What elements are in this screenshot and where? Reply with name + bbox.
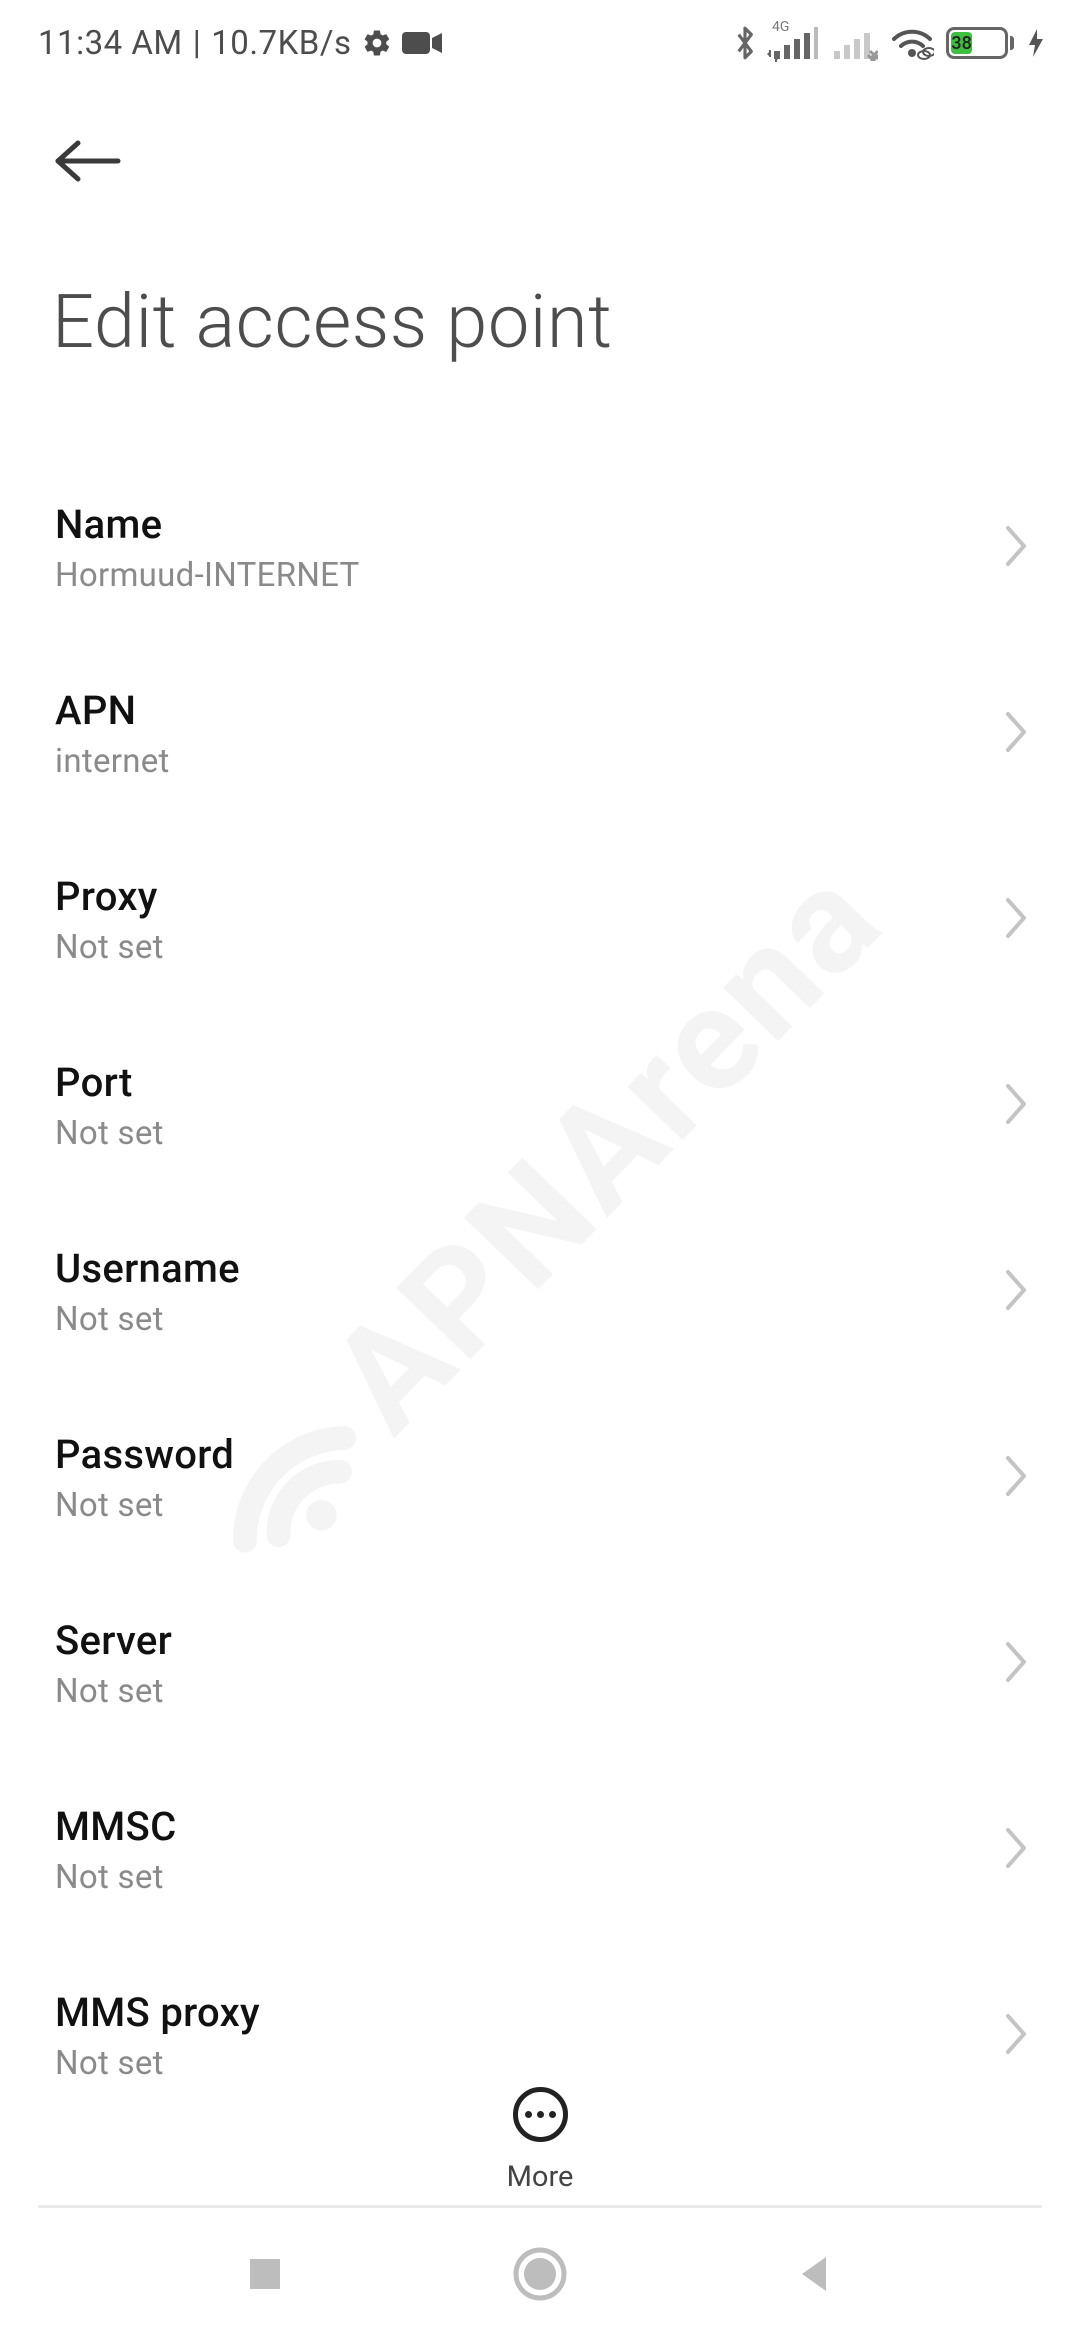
more-button[interactable]: More — [0, 2087, 1080, 2194]
status-net-speed: 10.7KB/s — [211, 24, 351, 63]
chevron-right-icon — [1002, 1082, 1030, 1130]
status-left: 11:34 AM | 10.7KB/s — [38, 24, 442, 63]
row-label: MMS proxy — [55, 1989, 1002, 2036]
row-label: Proxy — [55, 873, 1002, 920]
chevron-right-icon — [1002, 1268, 1030, 1316]
row-mms-proxy[interactable]: MMS proxy Not set — [0, 1972, 1080, 2100]
settings-list: Name Hormuud-INTERNET APN internet Proxy… — [0, 366, 1080, 2100]
row-proxy[interactable]: Proxy Not set — [0, 856, 1080, 984]
row-value: Hormuud-INTERNET — [55, 556, 1002, 595]
nav-home-button[interactable] — [513, 2247, 567, 2301]
navigation-bar — [0, 2208, 1080, 2340]
status-right: 4G — [732, 24, 1046, 62]
app-header: Edit access point — [0, 86, 1080, 366]
sim1-signal: 4G — [770, 25, 818, 61]
row-password[interactable]: Password Not set — [0, 1414, 1080, 1542]
row-mmsc[interactable]: MMSC Not set — [0, 1786, 1080, 1914]
status-time: 11:34 AM — [38, 24, 183, 63]
wifi-status-icon — [890, 25, 934, 61]
row-value: Not set — [55, 1300, 1002, 1339]
page-title: Edit access point — [52, 197, 1032, 366]
gear-icon — [362, 28, 392, 58]
chevron-right-icon — [1002, 1826, 1030, 1874]
chevron-right-icon — [1002, 1454, 1030, 1502]
row-label: Password — [55, 1431, 1002, 1478]
row-value: Not set — [55, 1672, 1002, 1711]
back-button[interactable] — [52, 125, 124, 197]
row-label: MMSC — [55, 1803, 1002, 1850]
chevron-right-icon — [1002, 1640, 1030, 1688]
charging-icon — [1026, 29, 1046, 57]
chevron-right-icon — [1002, 524, 1030, 572]
row-apn[interactable]: APN internet — [0, 670, 1080, 798]
status-bar: 11:34 AM | 10.7KB/s 4G — [0, 0, 1080, 86]
status-separator: | — [193, 24, 202, 63]
sim2-signal — [830, 25, 878, 61]
row-value: internet — [55, 742, 1002, 781]
row-value: Not set — [55, 1114, 1002, 1153]
row-label: Name — [55, 501, 1002, 548]
chevron-right-icon — [1002, 710, 1030, 758]
row-server[interactable]: Server Not set — [0, 1600, 1080, 1728]
row-label: Server — [55, 1617, 1002, 1664]
row-value: Not set — [55, 1486, 1002, 1525]
nav-recents-button[interactable] — [244, 2253, 286, 2295]
chevron-right-icon — [1002, 2012, 1030, 2060]
row-value: Not set — [55, 1858, 1002, 1897]
row-label: APN — [55, 687, 1002, 734]
bluetooth-icon — [732, 24, 758, 62]
row-name[interactable]: Name Hormuud-INTERNET — [0, 484, 1080, 612]
video-icon — [402, 30, 442, 56]
battery-indicator: 38 — [946, 27, 1014, 59]
row-label: Username — [55, 1245, 1002, 1292]
row-value: Not set — [55, 2044, 1002, 2083]
row-username[interactable]: Username Not set — [0, 1228, 1080, 1356]
nav-back-button[interactable] — [794, 2253, 836, 2295]
row-port[interactable]: Port Not set — [0, 1042, 1080, 1170]
row-label: Port — [55, 1059, 1002, 1106]
chevron-right-icon — [1002, 896, 1030, 944]
more-horizontal-icon — [513, 2087, 568, 2142]
row-value: Not set — [55, 928, 1002, 967]
more-label: More — [507, 2160, 574, 2194]
